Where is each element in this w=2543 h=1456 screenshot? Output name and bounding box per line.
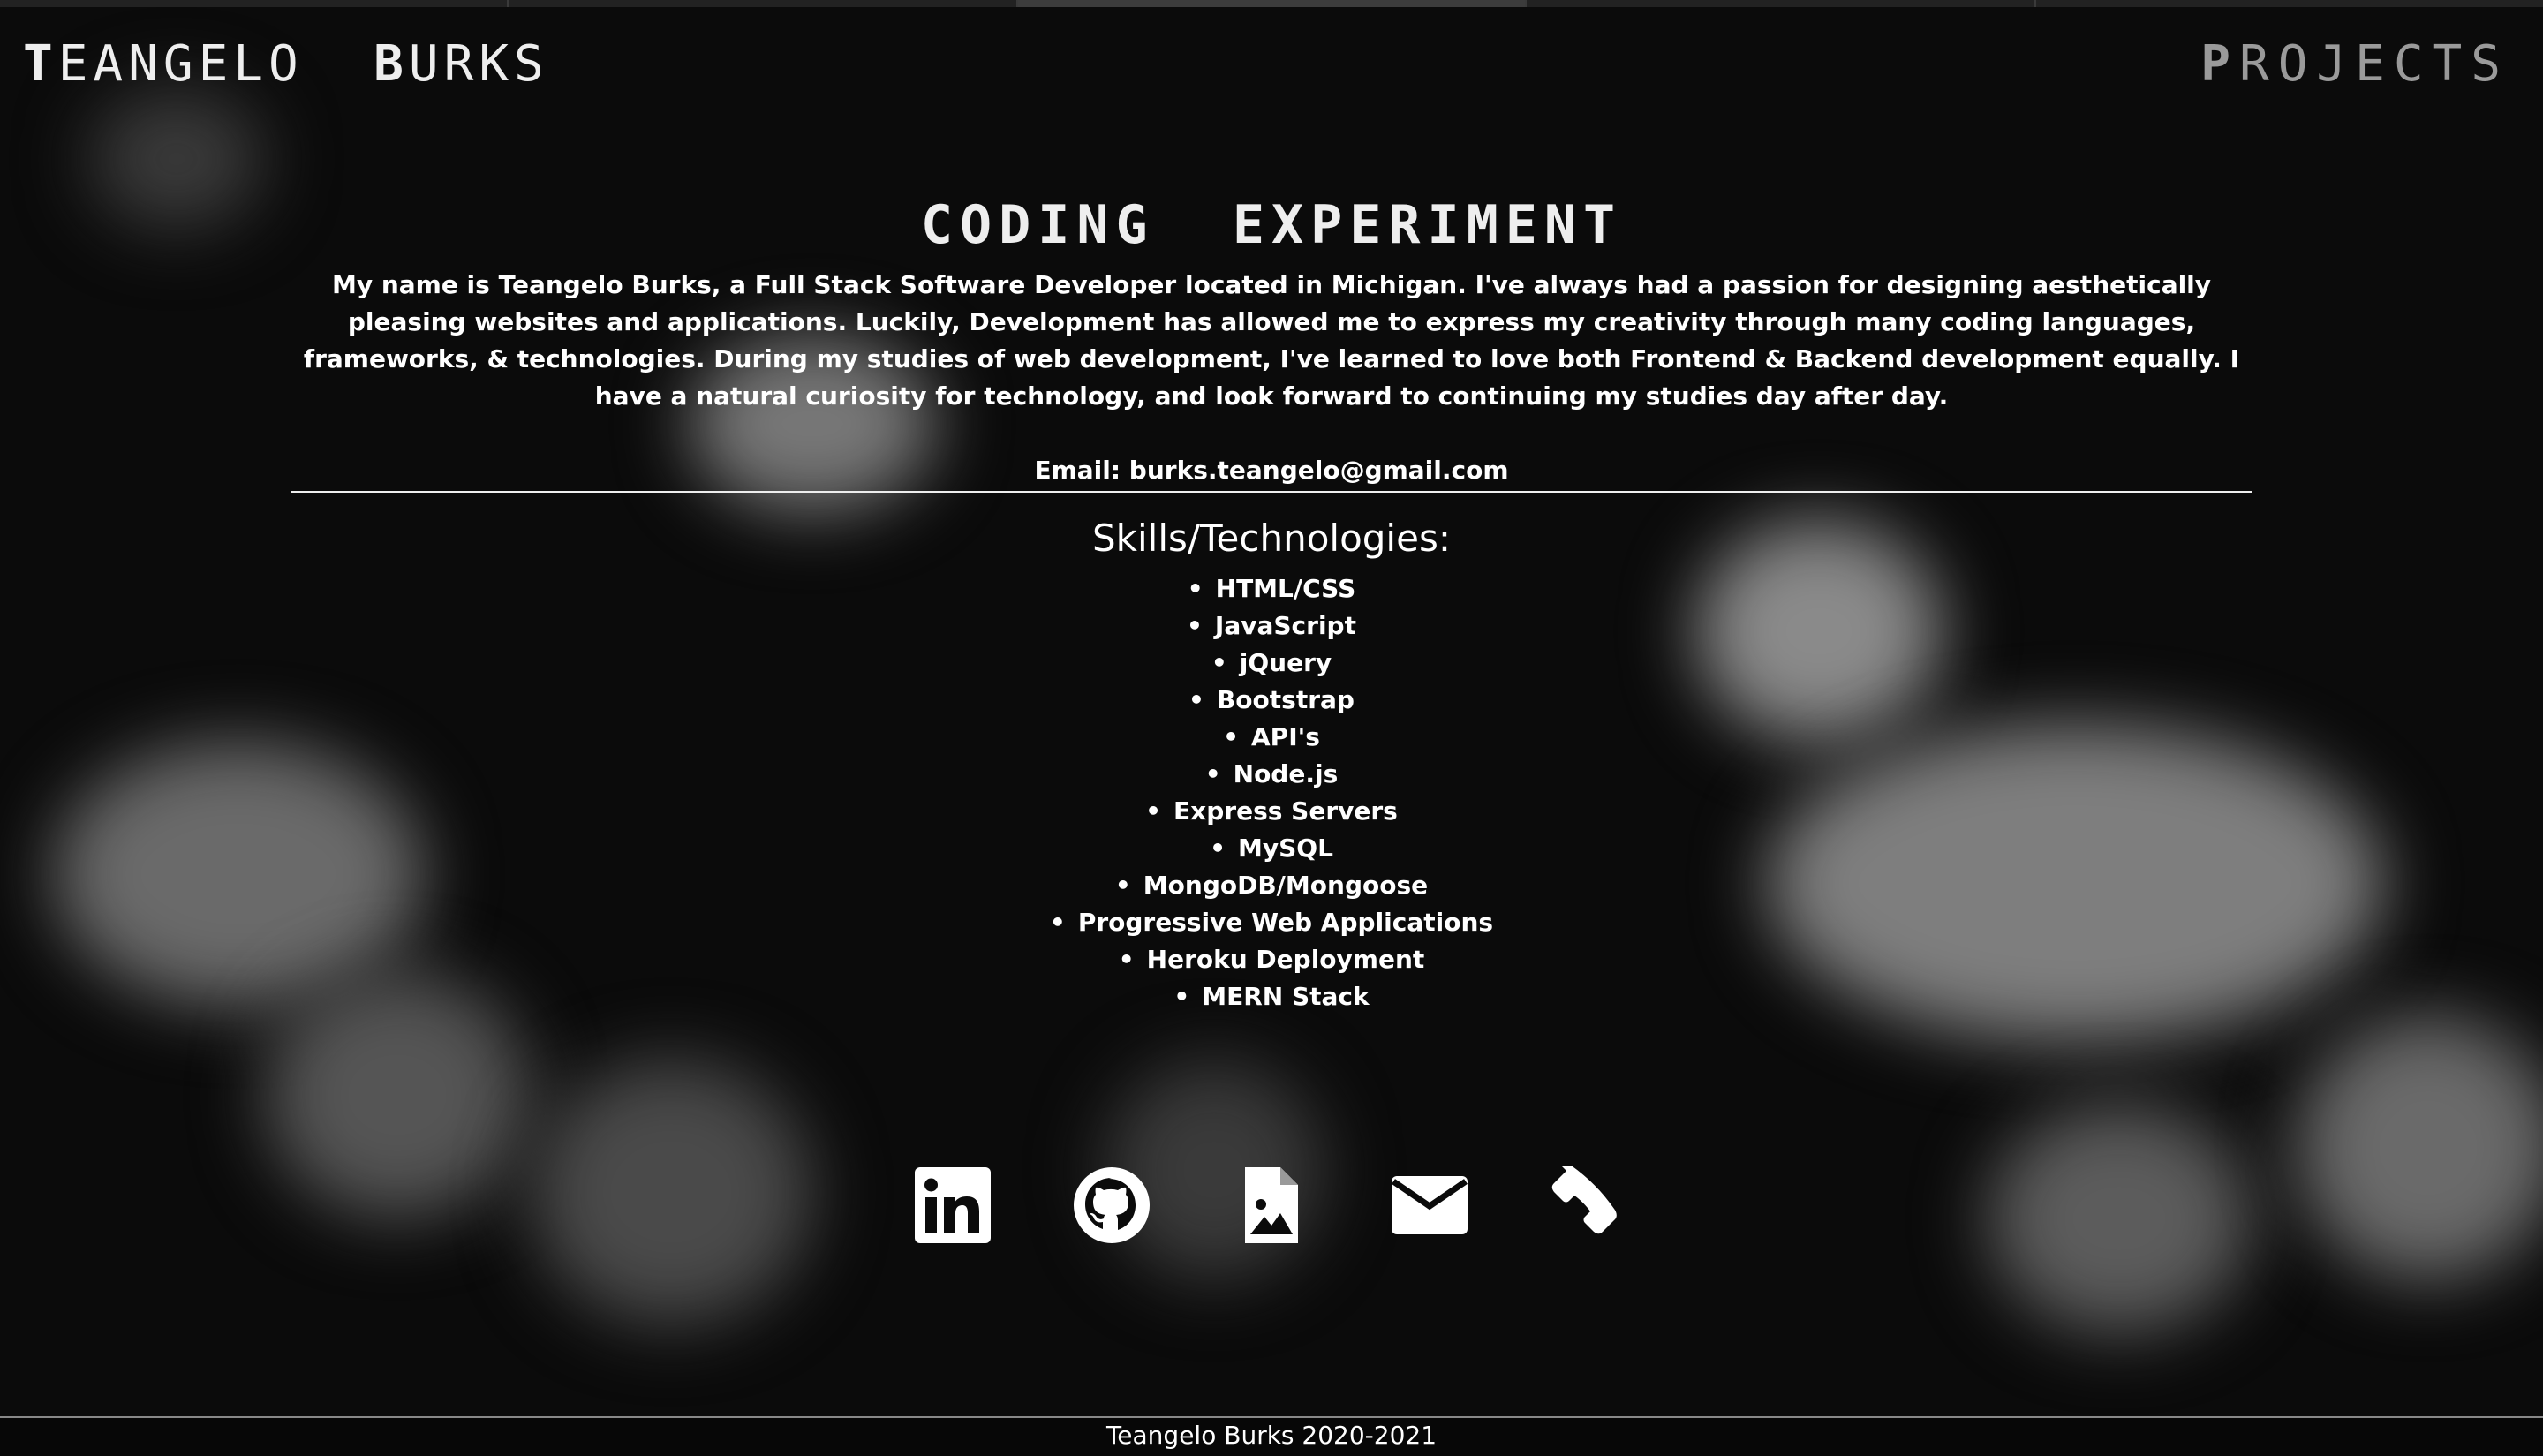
skill-item: Progressive Web Applications	[291, 904, 2252, 941]
projects-rest: ROJECTS	[2238, 35, 2509, 93]
tab-segment[interactable]	[0, 0, 509, 7]
browser-tab-strip	[0, 0, 2543, 7]
skill-item: MySQL	[291, 830, 2252, 867]
skill-item: API's	[291, 719, 2252, 756]
brand-first-rest: EANGELO	[57, 35, 304, 93]
skill-item: MongoDB/Mongoose	[291, 867, 2252, 904]
skill-item: MERN Stack	[291, 978, 2252, 1015]
skills-list: HTML/CSS JavaScript jQuery Bootstrap API…	[291, 570, 2252, 1015]
email-text: Email: burks.teangelo@gmail.com	[1034, 456, 1509, 485]
title-word1-rest: ODING	[960, 194, 1155, 256]
tab-segment[interactable]	[1017, 0, 1528, 7]
footer-copyright: Teangelo Burks 2020-2021	[1105, 1421, 1438, 1450]
brand-last-initial: B	[374, 35, 409, 93]
linkedin-icon	[915, 1167, 991, 1243]
site-brand[interactable]: TEANGELO BURKS	[23, 35, 549, 93]
tab-segment[interactable]	[2036, 0, 2543, 7]
page-title: CODING EXPERIMENT	[291, 194, 2252, 256]
brand-last-rest: URKS	[408, 35, 549, 93]
footer: Teangelo Burks 2020-2021	[0, 1416, 2543, 1456]
brand-first-initial: T	[23, 35, 58, 93]
about-section: CODING EXPERIMENT My name is Teangelo Bu…	[291, 194, 2252, 1015]
projects-initial: P	[2200, 35, 2239, 93]
title-word1-initial: C	[920, 194, 960, 256]
skill-item: JavaScript	[291, 607, 2252, 645]
resume-link[interactable]	[1231, 1166, 1310, 1245]
social-links	[913, 1162, 1628, 1245]
phone-link[interactable]	[1549, 1162, 1628, 1245]
github-icon	[1074, 1167, 1150, 1243]
phone-icon	[1551, 1162, 1617, 1234]
projects-nav-link[interactable]: PROJECTS	[2200, 35, 2509, 93]
tab-segment[interactable]	[509, 0, 1018, 7]
divider	[291, 491, 2252, 493]
resume-file-icon	[1245, 1167, 1298, 1243]
skill-item: jQuery	[291, 645, 2252, 682]
bio-paragraph: My name is Teangelo Burks, a Full Stack …	[303, 270, 2240, 411]
email-link[interactable]	[1390, 1166, 1469, 1245]
linkedin-link[interactable]	[913, 1166, 992, 1245]
title-word2-initial: E	[1232, 194, 1272, 256]
skill-item: Heroku Deployment	[291, 941, 2252, 978]
github-link[interactable]	[1072, 1166, 1151, 1245]
tab-segment[interactable]	[1527, 0, 2036, 7]
skill-item: Node.js	[291, 756, 2252, 793]
skills-heading: Skills/Technologies:	[1092, 517, 1451, 560]
skill-item: HTML/CSS	[291, 570, 2252, 607]
skill-item: Express Servers	[291, 793, 2252, 830]
email-icon	[1392, 1176, 1468, 1234]
title-word2-rest: XPERIMENT	[1272, 194, 1623, 256]
skill-item: Bootstrap	[291, 682, 2252, 719]
